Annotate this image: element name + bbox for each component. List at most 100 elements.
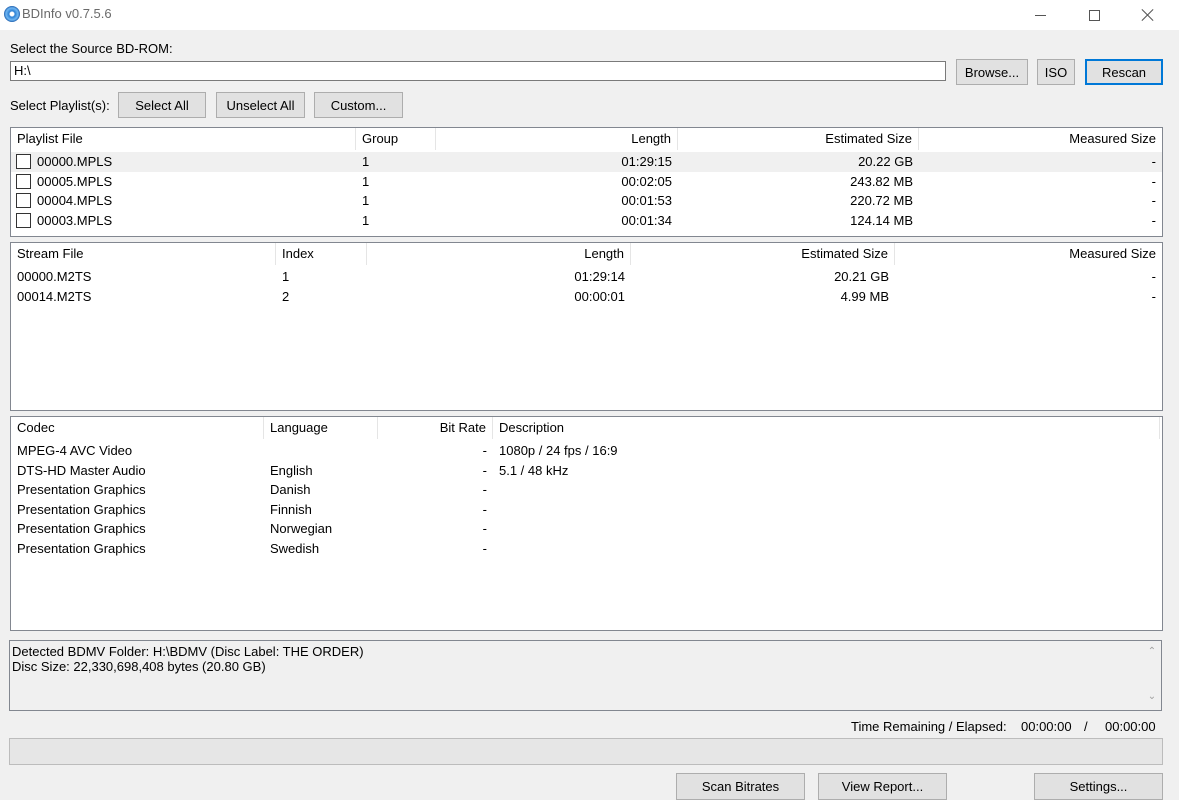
source-label: Select the Source BD-ROM:: [10, 41, 173, 56]
minimize-icon: [1034, 14, 1046, 16]
scroll-up-icon[interactable]: ⌃: [1147, 647, 1157, 657]
bluray-disc-icon: [4, 6, 20, 22]
unselect-all-button[interactable]: Unselect All: [216, 92, 305, 118]
stream-index: 1: [282, 269, 290, 284]
playlist-checkbox[interactable]: [16, 173, 31, 189]
col-stream-estimated-size[interactable]: Estimated Size: [631, 243, 895, 265]
col-stream-measured-size[interactable]: Measured Size: [895, 243, 1162, 265]
playlist-estimated-size: 20.22 GB: [858, 154, 913, 169]
status-scrollbar[interactable]: ⌃ ⌄: [1144, 641, 1161, 710]
stream-header: Stream File Index Length Estimated Size …: [11, 243, 1162, 265]
codec-bit-rate: -: [482, 501, 487, 517]
codec-name: Presentation Graphics: [17, 482, 146, 497]
view-report-button[interactable]: View Report...: [818, 773, 947, 800]
stream-list[interactable]: Stream File Index Length Estimated Size …: [10, 242, 1163, 411]
status-textbox[interactable]: Detected BDMV Folder: H:\BDMV (Disc Labe…: [9, 640, 1162, 711]
codec-row[interactable]: Presentation Graphics Norwegian -: [11, 519, 1162, 539]
playlist-measured-size: -: [1151, 154, 1156, 169]
playlist-checkbox[interactable]: [16, 193, 31, 208]
maximize-icon: [1088, 9, 1100, 21]
minimize-button[interactable]: [1017, 0, 1063, 30]
codec-language: English: [270, 462, 313, 478]
codec-bit-rate: -: [482, 482, 487, 497]
codec-language: [264, 441, 378, 461]
codec-row[interactable]: Presentation Graphics Finnish -: [11, 500, 1162, 520]
col-bit-rate[interactable]: Bit Rate: [378, 417, 493, 439]
codec-name: MPEG-4 AVC Video: [17, 443, 133, 458]
codec-row[interactable]: Presentation Graphics Swedish -: [11, 539, 1162, 559]
time-label: Time Remaining / Elapsed:: [851, 719, 1007, 734]
codec-description: [493, 500, 1160, 520]
col-measured-size[interactable]: Measured Size: [919, 128, 1162, 150]
browse-button[interactable]: Browse...: [956, 59, 1028, 85]
codec-name: Presentation Graphics: [17, 521, 146, 536]
time-remaining: 00:00:00: [1021, 719, 1072, 734]
custom-button[interactable]: Custom...: [314, 92, 403, 118]
stream-row[interactable]: 00014.M2TS 2 00:00:01 4.99 MB -: [11, 287, 1162, 307]
col-description[interactable]: Description: [493, 417, 1160, 439]
codec-description: 1080p / 24 fps / 16:9: [499, 443, 618, 458]
stream-row[interactable]: 00000.M2TS 1 01:29:14 20.21 GB -: [11, 267, 1162, 287]
settings-button[interactable]: Settings...: [1034, 773, 1163, 800]
playlist-file: 00004.MPLS: [37, 193, 113, 208]
codec-header: Codec Language Bit Rate Description: [11, 417, 1162, 439]
codec-description: [493, 519, 1160, 539]
maximize-button[interactable]: [1071, 0, 1117, 30]
playlist-group: 1: [362, 193, 370, 208]
stream-estimated-size: 4.99 MB: [840, 288, 889, 304]
codec-description: [493, 480, 1160, 500]
source-path-input[interactable]: H:\: [10, 61, 946, 81]
playlist-estimated-size: 220.72 MB: [850, 193, 913, 208]
col-index[interactable]: Index: [276, 243, 367, 265]
codec-row[interactable]: Presentation Graphics Danish -: [11, 480, 1162, 500]
codec-name: Presentation Graphics: [17, 501, 146, 517]
stream-length: 01:29:14: [574, 269, 625, 284]
col-codec[interactable]: Codec: [11, 417, 264, 439]
playlist-row[interactable]: 00004.MPLS 1 00:01:53 220.72 MB -: [11, 191, 1162, 211]
col-estimated-size[interactable]: Estimated Size: [678, 128, 919, 150]
codec-name: DTS-HD Master Audio: [17, 462, 146, 478]
codec-bit-rate: -: [482, 462, 487, 478]
iso-button[interactable]: ISO: [1037, 59, 1075, 85]
codec-name: Presentation Graphics: [17, 540, 146, 556]
scan-progress-bar: [9, 738, 1163, 765]
stream-measured-size: -: [1151, 288, 1156, 304]
stream-file: 00000.M2TS: [17, 269, 92, 284]
col-language[interactable]: Language: [264, 417, 378, 439]
scan-bitrates-button[interactable]: Scan Bitrates: [676, 773, 805, 800]
codec-bit-rate: -: [482, 443, 487, 458]
playlist-file: 00000.MPLS: [37, 154, 113, 169]
playlist-length: 01:29:15: [621, 154, 672, 169]
codec-bit-rate: -: [482, 540, 487, 556]
playlist-checkbox[interactable]: [16, 154, 31, 169]
playlist-measured-size: -: [1151, 173, 1156, 189]
col-stream-file[interactable]: Stream File: [11, 243, 276, 265]
col-group[interactable]: Group: [356, 128, 436, 150]
codec-list[interactable]: Codec Language Bit Rate Description MPEG…: [10, 416, 1163, 631]
playlist-estimated-size: 243.82 MB: [850, 173, 913, 189]
playlist-list[interactable]: Playlist File Group Length Estimated Siz…: [10, 127, 1163, 237]
playlist-row[interactable]: 00003.MPLS 1 00:01:34 124.14 MB -: [11, 211, 1162, 231]
playlist-group: 1: [362, 154, 370, 169]
playlist-row[interactable]: 00000.MPLS 1 01:29:15 20.22 GB -: [11, 152, 1162, 172]
codec-language: Danish: [270, 482, 311, 497]
codec-row[interactable]: DTS-HD Master Audio English - 5.1 / 48 k…: [11, 461, 1162, 481]
codec-language: Swedish: [270, 540, 320, 556]
status-line-disc-size: Disc Size: 22,330,698,408 bytes (20.80 G…: [12, 659, 266, 674]
col-playlist-file[interactable]: Playlist File: [11, 128, 356, 150]
playlist-length: 00:01:53: [621, 193, 672, 208]
rescan-button[interactable]: Rescan: [1085, 59, 1163, 85]
col-length[interactable]: Length: [436, 128, 678, 150]
close-button[interactable]: [1125, 0, 1171, 30]
title-bar: BDInfo v0.7.5.6: [0, 0, 1179, 30]
select-all-button[interactable]: Select All: [118, 92, 206, 118]
playlist-row[interactable]: 00005.MPLS 1 00:02:05 243.82 MB -: [11, 172, 1162, 192]
scroll-down-icon[interactable]: ⌄: [1147, 692, 1157, 702]
stream-measured-size: -: [1151, 269, 1156, 284]
playlist-checkbox[interactable]: [16, 212, 31, 228]
playlist-length: 00:01:34: [621, 212, 672, 228]
select-playlists-label: Select Playlist(s):: [10, 98, 110, 113]
status-line-folder: Detected BDMV Folder: H:\BDMV (Disc Labe…: [12, 644, 364, 659]
codec-row[interactable]: MPEG-4 AVC Video - 1080p / 24 fps / 16:9: [11, 441, 1162, 461]
col-stream-length[interactable]: Length: [367, 243, 631, 265]
